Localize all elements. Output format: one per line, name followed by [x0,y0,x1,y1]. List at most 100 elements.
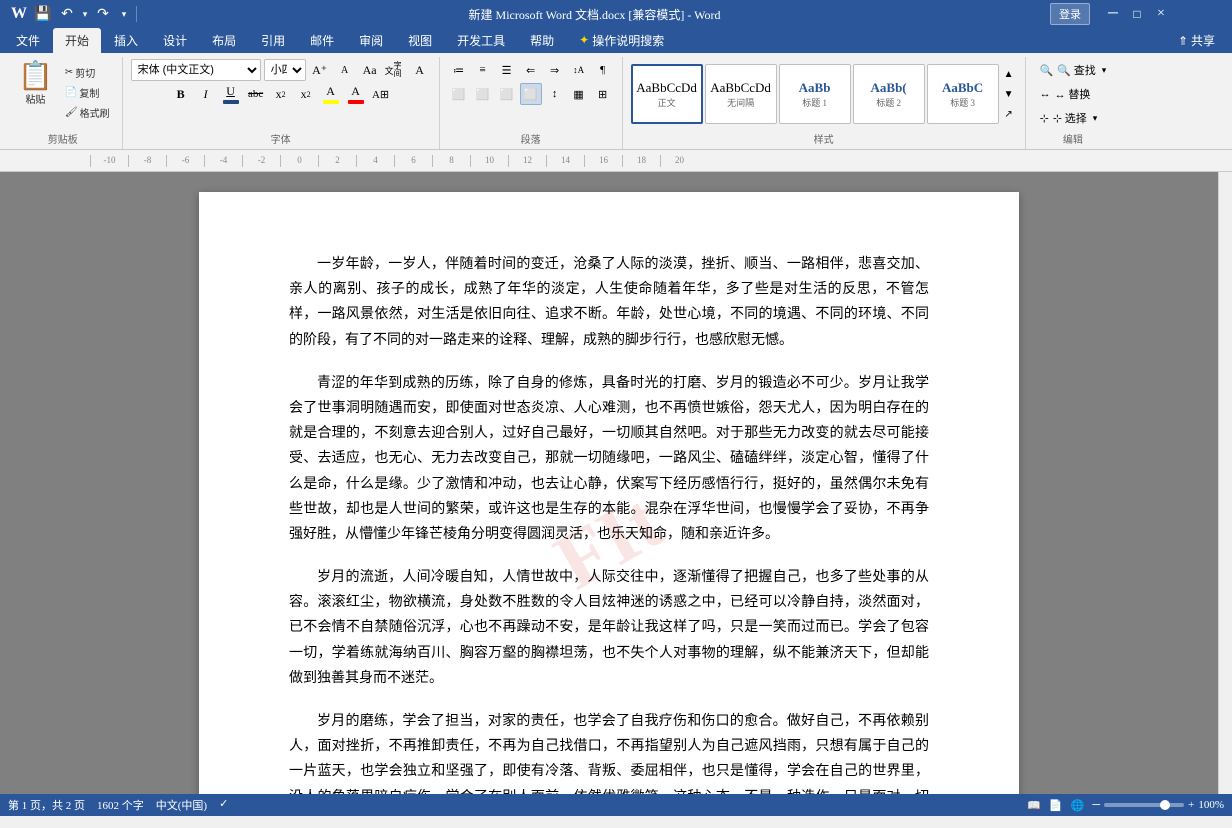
underline-button[interactable]: U [220,83,242,105]
style-no-spacing[interactable]: AaBbCcDd 无间隔 [705,64,777,124]
save-button[interactable]: 💾 [32,3,54,25]
font-color-button[interactable]: A [345,83,367,105]
align-center-button[interactable]: ⬜ [472,83,494,105]
proofing-icon: ✓ [219,797,228,813]
tab-layout[interactable]: 布局 [200,28,248,53]
view-web-button[interactable]: 🌐 [1071,799,1085,812]
undo-button[interactable]: ↶ [56,3,78,25]
zoom-slider[interactable] [1104,803,1184,807]
lang-indicator[interactable]: 中文(中国) [156,797,207,813]
tab-view[interactable]: 视图 [396,28,444,53]
clipboard-label: 剪贴板 [12,129,114,149]
tab-references[interactable]: 引用 [249,28,297,53]
tab-developer[interactable]: 开发工具 [445,28,517,53]
shrink-font-button[interactable]: A [334,59,356,81]
bold-button[interactable]: B [170,83,192,105]
style-heading3[interactable]: AaBbC 标题 3 [927,64,999,124]
tab-share[interactable]: ⇑ 共享 [1166,28,1227,53]
tab-home[interactable]: 开始 [53,28,101,53]
increase-indent-button[interactable]: ⇒ [544,59,566,81]
style-heading2[interactable]: AaBb( 标题 2 [853,64,925,124]
superscript-button[interactable]: x2 [295,83,317,105]
document-area[interactable]: FIt 一岁年龄，一岁人，伴随着时间的变迁，沧桑了人际的淡漠，挫折、顺当、一路相… [0,172,1218,794]
zoom-out-button[interactable]: ─ [1092,799,1100,811]
tab-search[interactable]: ✦ 操作说明搜索 [567,28,676,53]
tab-file[interactable]: 文件 [4,28,52,53]
borders-button[interactable]: ⊞ [592,83,614,105]
show-marks-button[interactable]: ¶ [592,59,614,81]
align-left-button[interactable]: ⬜ [448,83,470,105]
customize-qa[interactable]: ▾ [116,3,132,25]
style-h2-label: 标题 2 [876,96,901,109]
text-highlight-button[interactable]: A [320,83,342,105]
search-icon: 🔍 [1040,64,1054,77]
shading-button[interactable]: ▦ [568,83,590,105]
border-button[interactable]: A⊞ [370,83,392,105]
status-bar: 第 1 页，共 2 页 1602 个字 中文(中国) ✓ 📖 📄 🌐 ─ + 1… [0,794,1232,816]
close-button[interactable]: × [1150,3,1172,25]
ribbon-tabs: 文件 开始 插入 设计 布局 引用 邮件 审阅 视图 开发工具 帮助 ✦ 操作说… [0,28,1232,53]
zoom-thumb[interactable] [1160,800,1170,810]
justify-button[interactable]: ⬜ [520,83,542,105]
zoom-in-button[interactable]: + [1188,799,1194,811]
char-spacing-button[interactable]: 文字间 [384,59,406,81]
ruler-numbers: -10 -8 -6 -4 -2 0 2 4 6 8 10 12 14 16 18… [90,155,698,167]
paste-icon: 📋 [18,63,53,91]
style-heading1[interactable]: AaBb 标题 1 [779,64,851,124]
view-read-button[interactable]: 📖 [1027,799,1041,812]
cut-button[interactable]: ✂剪切 [61,63,114,82]
undo-dropdown[interactable]: ▾ [80,3,90,25]
status-left: 第 1 页，共 2 页 1602 个字 中文(中国) ✓ [8,797,228,813]
replace-button[interactable]: ↔ ↔ 替换 [1034,83,1113,105]
font-name-select[interactable]: 宋体 (中文正文) [131,59,261,81]
font-group: 宋体 (中文正文) 小四 A⁺ A Aa 文字间 A B I U abc x [123,57,440,149]
paste-button[interactable]: 📋 粘贴 [12,59,59,110]
document-content: 一岁年龄，一岁人，伴随着时间的变迁，沧桑了人际的淡漠，挫折、顺当、一路相伴，悲喜… [289,252,929,794]
ribbon-content: 📋 粘贴 ✂剪切 📄复制 🖌格式刷 剪贴板 宋体 (中文正文) 小四 A⁺ A [0,53,1232,150]
style-down-button[interactable]: ▼ [1001,85,1017,103]
tab-help[interactable]: 帮助 [518,28,566,53]
tab-insert[interactable]: 插入 [102,28,150,53]
editing-label: 编辑 [1034,129,1113,149]
align-right-button[interactable]: ⬜ [496,83,518,105]
status-right: 📖 📄 🌐 ─ + 100% [1027,799,1224,812]
copy-button[interactable]: 📄复制 [61,83,114,102]
tab-design[interactable]: 设计 [151,28,199,53]
font-row1: 宋体 (中文正文) 小四 A⁺ A Aa 文字间 A [131,59,431,81]
redo-button[interactable]: ↷ [92,3,114,25]
view-print-button[interactable]: 📄 [1049,799,1063,812]
decrease-indent-button[interactable]: ⇐ [520,59,542,81]
vertical-scrollbar[interactable] [1218,172,1232,794]
find-dropdown-icon[interactable]: ▾ [1102,65,1107,76]
italic-button[interactable]: I [195,83,217,105]
style-h3-label: 标题 3 [950,96,975,109]
clear-format-button[interactable]: A [409,59,431,81]
select-dropdown-icon[interactable]: ▾ [1093,113,1098,124]
clipboard-small-btns: ✂剪切 📄复制 🖌格式刷 [61,59,114,122]
subscript-button[interactable]: x2 [270,83,292,105]
login-button[interactable]: 登录 [1050,3,1090,25]
style-more-button[interactable]: ↗ [1001,105,1017,123]
document-page[interactable]: FIt 一岁年龄，一岁人，伴随着时间的变迁，沧桑了人际的淡漠，挫折、顺当、一路相… [199,192,1019,794]
strikethrough-button[interactable]: abc [245,83,267,105]
select-button[interactable]: ⊹ ⊹ 选择 ▾ [1034,107,1113,129]
tab-mailings[interactable]: 邮件 [298,28,346,53]
find-button[interactable]: 🔍 🔍 查找 ▾ [1034,59,1113,81]
sort-button[interactable]: ↕A [568,59,590,81]
bullets-button[interactable]: ≔ [448,59,470,81]
grow-font-button[interactable]: A⁺ [309,59,331,81]
font-size-select[interactable]: 小四 [264,59,306,81]
paragraph-4: 岁月的磨练，学会了担当，对家的责任，也学会了自我疗伤和伤口的愈合。做好自己，不再… [289,709,929,794]
minimize-button[interactable]: ─ [1102,3,1124,25]
line-spacing-button[interactable]: ↕ [544,83,566,105]
tab-review[interactable]: 审阅 [347,28,395,53]
highlight-color [323,100,339,104]
restore-button[interactable]: □ [1126,3,1148,25]
style-up-button[interactable]: ▲ [1001,65,1017,83]
change-case-button[interactable]: Aa [359,59,381,81]
style-normal[interactable]: AaBbCcDd 正文 [631,64,703,124]
numbering-button[interactable]: ≡ [472,59,494,81]
style-normal-label: 正文 [658,96,676,109]
multilevel-button[interactable]: ☰ [496,59,518,81]
format-painter-button[interactable]: 🖌格式刷 [61,103,114,122]
